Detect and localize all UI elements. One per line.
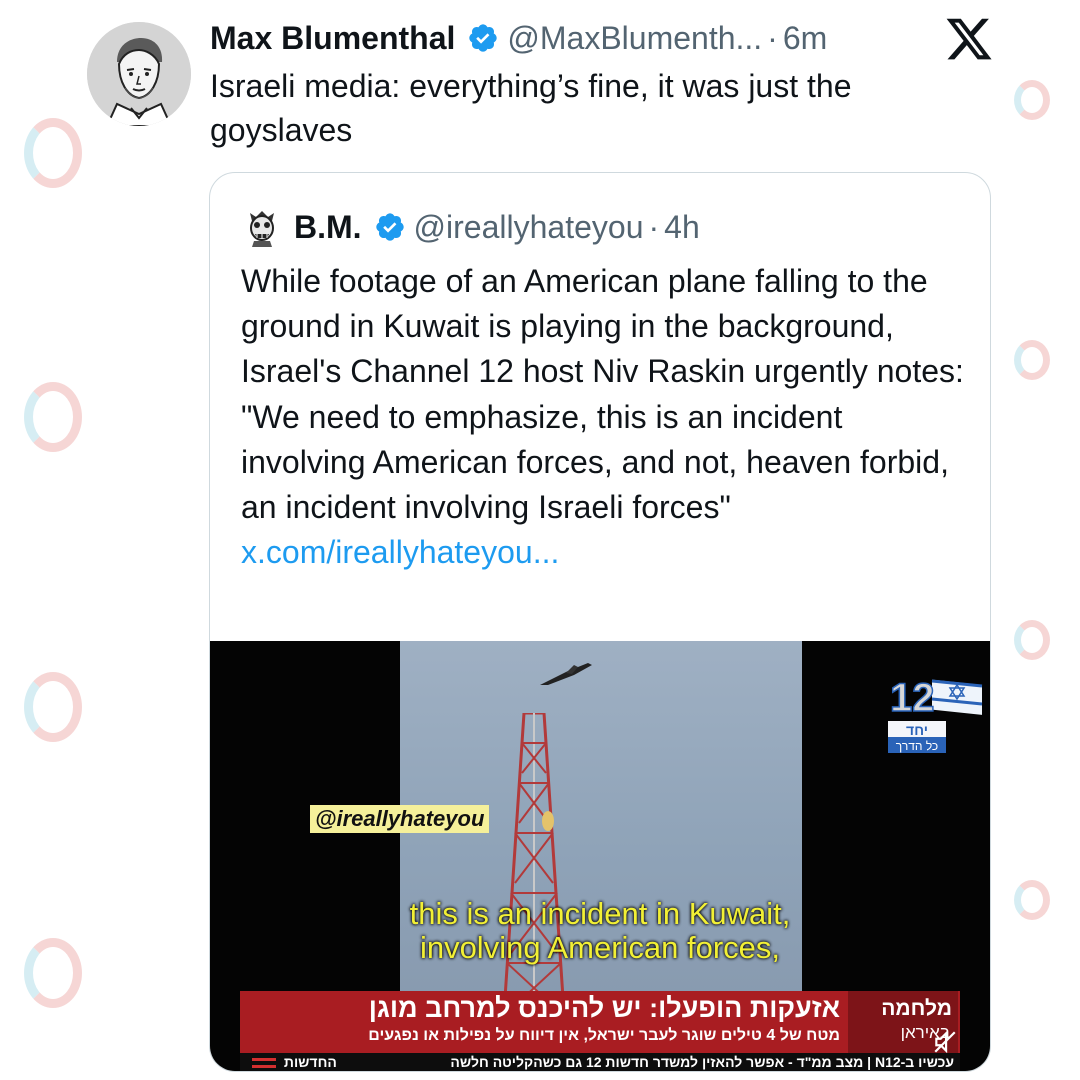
radio-tower-image (502, 713, 566, 1013)
watermark-logo (1014, 880, 1050, 920)
subtitle-line: involving American forces, (419, 930, 781, 965)
video-watermark-handle: @ireallyhateyou (310, 805, 490, 833)
channel-slogan-sub: כל הדרך (896, 739, 938, 753)
war-label: מלחמה (881, 997, 952, 1020)
watermark-logo (24, 382, 82, 452)
menu-lines-icon (252, 1058, 276, 1069)
embedded-video[interactable]: 12 יחד כל הדרך @ireallyhateyou this is a… (210, 641, 990, 1071)
channel-12-logo: 12 יחד כל הדרך (888, 675, 983, 753)
ticker-text: עכשיו ב-N12 | מצב ממ"ד - אפשר להאזין למש… (450, 1054, 954, 1070)
quoted-tweet-header: B.M. @ireallyhateyou · 4h (242, 205, 700, 249)
verified-badge-icon (469, 24, 498, 52)
author-avatar[interactable] (87, 22, 191, 126)
separator-dot: · (767, 19, 778, 56)
quoted-tweet-text: While footage of an American plane falli… (241, 263, 964, 526)
falling-plane-image (540, 663, 592, 685)
author-handle[interactable]: @MaxBlumenth... (507, 20, 762, 57)
news-ticker: עכשיו ב-N12 | מצב ממ"ד - אפשר להאזין למש… (240, 1053, 960, 1071)
watermark-logo (24, 938, 82, 1008)
muted-speaker-icon[interactable] (932, 1029, 958, 1055)
channel-number: 12 (890, 676, 935, 720)
quoted-tweet-text-block: While footage of an American plane falli… (241, 259, 971, 575)
video-subtitles: this is an incident in Kuwait, involving… (330, 897, 870, 965)
watermark-logo (24, 118, 82, 188)
news-banner: אזעקות הופעלו: יש להיכנס למרחב מוגן מטח … (240, 991, 960, 1053)
x-logo-icon[interactable] (944, 14, 994, 64)
subtitle-line: this is an incident in Kuwait, (409, 896, 791, 931)
quoted-author-name[interactable]: B.M. (294, 209, 362, 246)
tweet-time[interactable]: 6m (783, 20, 827, 57)
watermark-logo (1014, 340, 1050, 380)
separator-dot: · (648, 208, 660, 245)
banner-subline: מטח של 4 טילים שוגר לעבר ישראל, אין דיוו… (368, 1027, 840, 1044)
watermark-logo (1014, 80, 1050, 120)
quoted-tweet-card[interactable]: B.M. @ireallyhateyou · 4h While footage … (209, 172, 991, 1072)
quoted-author-avatar[interactable] (242, 207, 282, 247)
ticker-brand-label: החדשות (283, 1054, 337, 1070)
author-name[interactable]: Max Blumenthal (210, 20, 455, 57)
channel-slogan: יחד (906, 722, 928, 738)
watermark-logo (1014, 620, 1050, 660)
ticker-brand: החדשות (252, 1054, 337, 1070)
verified-badge-icon (375, 213, 404, 241)
banner-headline: אזעקות הופעלו: יש להיכנס למרחב מוגן (368, 993, 840, 1023)
tweet-header: Max Blumenthal @MaxBlumenth... · 6m (210, 18, 827, 58)
watermark-logo (24, 672, 82, 742)
tweet-text: Israeli media: everything’s fine, it was… (210, 68, 852, 148)
quoted-author-handle[interactable]: @ireallyhateyou (414, 209, 644, 246)
quoted-tweet-time[interactable]: 4h (664, 209, 700, 246)
quoted-tweet-link[interactable]: x.com/ireallyhateyou... (241, 534, 559, 570)
